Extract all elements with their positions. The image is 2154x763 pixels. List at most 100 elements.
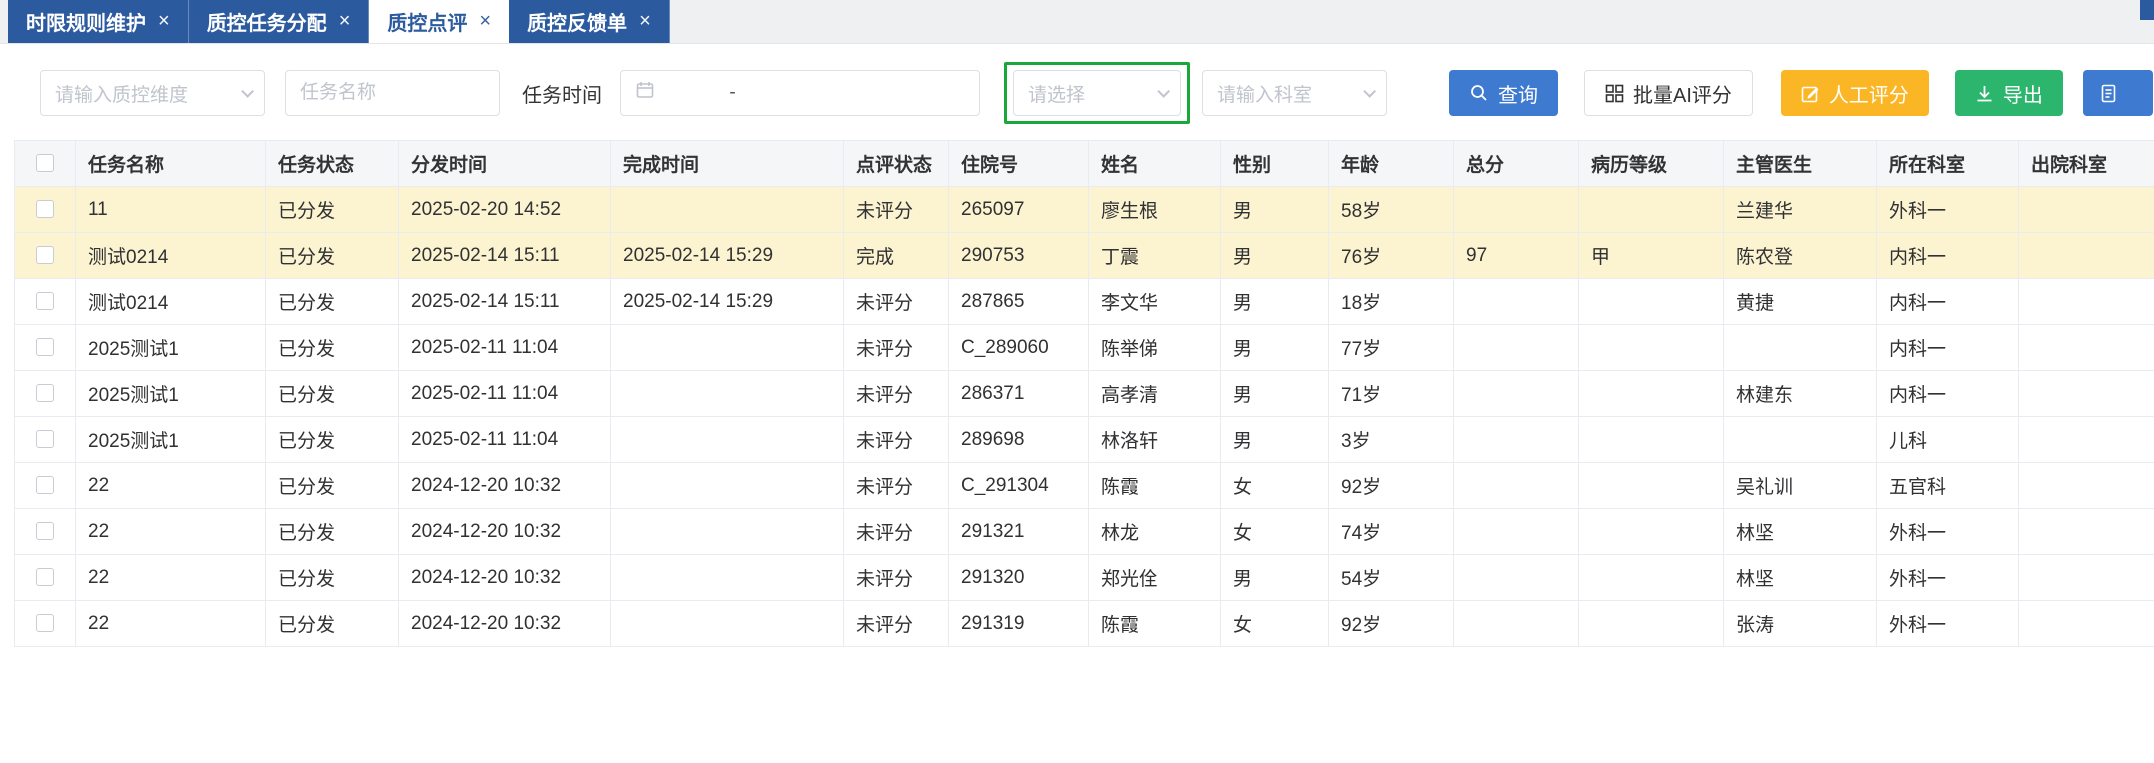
row-checkbox[interactable] [36, 200, 54, 219]
table-cell: 男 [1220, 232, 1329, 279]
table-cell: 外科一 [1876, 600, 2019, 647]
export-button[interactable]: 导出 [1954, 70, 2063, 116]
row-checkbox[interactable] [36, 384, 54, 403]
table-cell [610, 416, 844, 463]
table-cell [1578, 554, 1724, 601]
table-row[interactable]: 测试0214 已分发 2025-02-14 15:11 2025-02-14 15:2… [14, 232, 2154, 279]
tab-3[interactable]: 质控点评 × [369, 0, 510, 43]
table-cell [610, 554, 844, 601]
column-header[interactable]: 主管医生 [1723, 140, 1877, 187]
table-cell: 290753 [948, 232, 1089, 279]
date-range-separator: - [729, 82, 736, 103]
row-checkbox[interactable] [36, 338, 54, 357]
tab-1[interactable]: 时限规则维护 × [8, 0, 189, 43]
column-header[interactable]: 所在科室 [1876, 140, 2019, 187]
row-checkbox-cell [14, 278, 76, 325]
column-header[interactable]: 姓名 [1088, 140, 1221, 187]
column-header[interactable]: 总分 [1453, 140, 1579, 187]
column-header[interactable]: 分发时间 [398, 140, 611, 187]
select-all-checkbox[interactable] [36, 154, 54, 173]
batch-ai-score-button[interactable]: 批量AI评分 [1584, 70, 1753, 116]
table-cell: 已分发 [265, 186, 399, 233]
table-cell: 林龙 [1088, 508, 1221, 555]
qc-dimension-select[interactable]: 请输入质控维度 [40, 70, 265, 116]
table-row[interactable]: 22 已分发 2024-12-20 10:32 未评分 291320 郑光佺男 54岁 林坚外… [14, 554, 2154, 601]
table-row[interactable]: 2025测试1 已分发 2025-02-11 11:04 未评分 C_289060 陈举俤… [14, 324, 2154, 371]
column-header[interactable]: 住院号 [948, 140, 1089, 187]
table-row[interactable]: 22 已分发 2024-12-20 10:32 未评分 C_291304 陈霞女 92岁 吴礼… [14, 462, 2154, 509]
table-cell: 已分发 [265, 324, 399, 371]
tab-close-icon[interactable]: × [639, 10, 651, 33]
table-cell: 未评分 [843, 278, 949, 325]
table-cell: 女 [1220, 462, 1329, 509]
table-cell: 已分发 [265, 416, 399, 463]
chevron-down-icon [241, 84, 254, 98]
column-header[interactable]: 病历等级 [1578, 140, 1724, 187]
table-row[interactable]: 2025测试1 已分发 2025-02-11 11:04 未评分 286371 高孝清男 7… [14, 370, 2154, 417]
table-cell: 2025测试1 [75, 370, 266, 417]
table-cell [1578, 416, 1724, 463]
edit-icon [1801, 84, 1820, 103]
table-cell: 2025-02-20 14:52 [398, 186, 611, 233]
query-button-label: 查询 [1498, 84, 1538, 107]
table-cell: 林建东 [1723, 370, 1877, 417]
table-cell: 97 [1453, 232, 1579, 279]
manual-score-button[interactable]: 人工评分 [1780, 70, 1929, 116]
table-cell [1578, 508, 1724, 555]
column-header[interactable]: 性别 [1220, 140, 1329, 187]
table-row[interactable]: 22 已分发 2024-12-20 10:32 未评分 291319 陈霞女 92岁 张涛 外科… [14, 600, 2154, 647]
table-cell [610, 186, 844, 233]
row-checkbox[interactable] [36, 614, 54, 633]
table-cell: 92岁 [1328, 462, 1454, 509]
row-checkbox[interactable] [36, 292, 54, 311]
column-header[interactable]: 点评状态 [843, 140, 949, 187]
review-status-select[interactable]: 请选择 [1013, 70, 1181, 116]
task-name-input[interactable] [285, 70, 500, 116]
table-cell: 未评分 [843, 508, 949, 555]
table-cell: C_291304 [948, 462, 1089, 509]
table-cell: 黄捷 [1723, 278, 1877, 325]
table-cell: 92岁 [1328, 600, 1454, 647]
table-cell: 男 [1220, 416, 1329, 463]
table-cell [610, 600, 844, 647]
column-header[interactable]: 出院科室 [2018, 140, 2154, 187]
batch-ai-score-button-label: 批量AI评分 [1633, 84, 1732, 107]
table-cell: 2025-02-11 11:04 [398, 416, 611, 463]
table-cell: 吴礼训 [1723, 462, 1877, 509]
manual-score-button-label: 人工评分 [1828, 84, 1909, 107]
table-cell [1578, 462, 1724, 509]
table-cell: 林坚 [1723, 554, 1877, 601]
table-cell: 已分发 [265, 278, 399, 325]
column-header[interactable]: 任务名称 [75, 140, 266, 187]
column-header[interactable]: 年龄 [1328, 140, 1454, 187]
table-row[interactable]: 测试0214 已分发 2025-02-14 15:11 2025-02-14 15:2… [14, 278, 2154, 325]
clipped-action-button[interactable] [2082, 70, 2153, 116]
row-checkbox-cell [14, 416, 76, 463]
table-row[interactable]: 11 已分发 2025-02-20 14:52 未评分 265097 廖生根男 58岁 兰建华… [14, 186, 2154, 233]
tab-close-icon[interactable]: × [479, 10, 491, 33]
table-cell: 已分发 [265, 508, 399, 555]
table-cell [1723, 416, 1877, 463]
table-cell [2018, 600, 2154, 647]
column-header[interactable]: 任务状态 [265, 140, 399, 187]
query-button[interactable]: 查询 [1449, 70, 1558, 116]
tab-close-icon[interactable]: × [339, 10, 351, 33]
table-row[interactable]: 22 已分发 2024-12-20 10:32 未评分 291321 林龙女 74岁 林坚 外科… [14, 508, 2154, 555]
row-checkbox[interactable] [36, 476, 54, 495]
table-cell [2018, 324, 2154, 371]
column-header[interactable]: 完成时间 [610, 140, 844, 187]
table-cell: 22 [75, 600, 266, 647]
tab-4[interactable]: 质控反馈单 × [509, 0, 670, 43]
row-checkbox[interactable] [36, 568, 54, 587]
row-checkbox[interactable] [36, 522, 54, 541]
task-time-label: 任务时间 [522, 84, 602, 107]
table-cell: 男 [1220, 186, 1329, 233]
department-select[interactable]: 请输入科室 [1202, 70, 1387, 116]
table-cell: 未评分 [843, 462, 949, 509]
row-checkbox[interactable] [36, 430, 54, 449]
tab-2[interactable]: 质控任务分配 × [188, 0, 370, 43]
task-time-range-input[interactable]: - [620, 70, 980, 116]
tab-close-icon[interactable]: × [158, 10, 170, 33]
row-checkbox[interactable] [36, 246, 54, 265]
table-row[interactable]: 2025测试1 已分发 2025-02-11 11:04 未评分 289698 林洛轩男 3… [14, 416, 2154, 463]
